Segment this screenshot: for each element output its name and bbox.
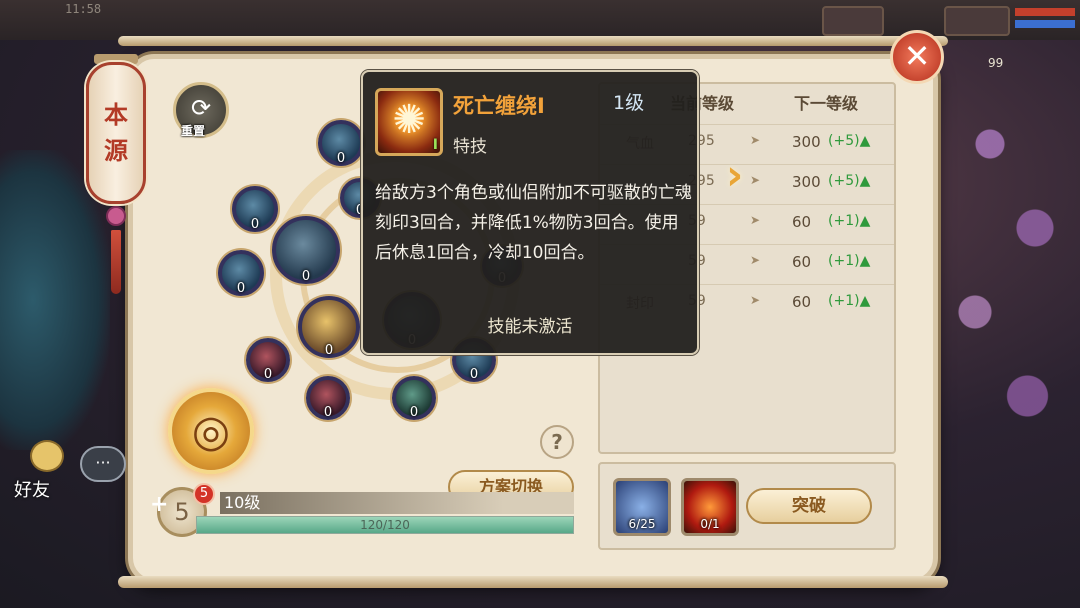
arrow-right-icon: ➤	[750, 173, 761, 187]
tassel-string	[111, 230, 121, 294]
up-arrow-icon: ▲	[859, 173, 871, 189]
stat-increase-value: (+1)	[828, 213, 860, 229]
stat-increase: (+1)▲	[828, 253, 870, 269]
scroll-top-rod	[118, 36, 948, 46]
help-button[interactable]: ?	[540, 425, 574, 459]
skill-level: 1级	[613, 92, 645, 114]
skill-node-level: 0	[469, 367, 479, 382]
stat-increase-value: (+1)	[828, 253, 860, 269]
top-avatar-1[interactable]	[822, 6, 884, 36]
breakthrough-button[interactable]: 突破	[746, 488, 872, 524]
chat-button[interactable]: ···	[80, 446, 126, 482]
up-arrow-icon: ▲	[859, 253, 871, 269]
tassel-knot-icon	[106, 206, 126, 226]
stat-increase-value: (+1)	[828, 293, 860, 309]
close-button[interactable]: ✕	[890, 30, 944, 84]
lantern-char-1: 本	[104, 100, 128, 129]
add-points-icon[interactable]: +	[150, 492, 168, 517]
stat-increase: (+5)▲	[828, 173, 870, 189]
skill-node[interactable]: 0	[392, 376, 436, 420]
death-swirl-icon: ✺	[392, 97, 426, 143]
stat-increase: (+1)▲	[828, 213, 870, 229]
points-badge: 5	[193, 483, 215, 505]
blossom-scenery	[930, 60, 1080, 480]
up-arrow-icon: ▲	[859, 133, 871, 149]
up-arrow-icon: ▲	[859, 293, 871, 309]
material-item-slot[interactable]: 0/1	[681, 478, 739, 536]
refresh-icon: ⟳	[190, 94, 212, 122]
skill-node[interactable]: 0	[298, 296, 360, 358]
lantern-tassel	[106, 206, 126, 316]
arrow-right-icon: ➤	[750, 253, 761, 267]
skill-node-level: 0	[409, 405, 419, 420]
skill-tooltip: ✺ I 死亡缠绕I 1级 特技 给敌方3个角色或仙侣附加不可驱散的亡魂刻印3回合…	[361, 70, 699, 355]
skill-node-level: 0	[236, 281, 246, 296]
friends-avatar-icon[interactable]	[30, 440, 64, 472]
skill-node[interactable]: 0	[318, 120, 364, 166]
item-count: 6/25	[628, 517, 656, 531]
level-label: 10级	[220, 492, 574, 514]
material-item-slot[interactable]: 6/25	[613, 478, 671, 536]
stat-next: 300	[792, 173, 821, 191]
stat-next: 300	[792, 133, 821, 151]
scroll-bottom-rod	[118, 576, 948, 588]
skill-tier-tag: I	[432, 137, 438, 153]
top-status-text: 11:58	[65, 2, 102, 16]
lantern-char-2: 源	[104, 136, 128, 165]
stat-increase-value: (+5)	[828, 173, 860, 189]
top-avatar-2[interactable]	[944, 6, 1010, 36]
reset-label: 重置	[181, 124, 206, 138]
skill-node-level: 0	[323, 405, 333, 420]
next-level-header: 下一等级	[794, 94, 859, 113]
hp-bar	[1015, 8, 1075, 16]
item-count: 0/1	[700, 517, 720, 531]
skill-description: 给敌方3个角色或仙侣附加不可驱散的亡魂刻印3回合，并降低1%物防3回合。使用后休…	[375, 183, 692, 263]
stat-next: 60	[792, 293, 812, 311]
source-core-medallion-icon[interactable]	[168, 388, 254, 474]
skill-node[interactable]: 0	[218, 250, 264, 296]
arrow-right-icon: ➤	[750, 133, 761, 147]
stat-increase: (+1)▲	[828, 293, 870, 309]
skill-type: 特技	[453, 137, 487, 157]
skill-node-level: 0	[336, 151, 346, 166]
skill-name: 死亡缠绕I	[453, 94, 545, 118]
skill-icon: ✺ I	[375, 88, 443, 156]
source-lantern-tab[interactable]: 本 源	[86, 62, 146, 204]
friends-label[interactable]: 好友	[14, 476, 50, 502]
skill-node[interactable]: 0	[246, 338, 290, 382]
skill-node-level: 0	[263, 367, 273, 382]
skill-node-level: 0	[301, 269, 311, 284]
stat-next: 60	[792, 213, 812, 231]
arrow-right-icon: ➤	[750, 213, 761, 227]
skill-node[interactable]: 0	[232, 186, 278, 232]
skill-node[interactable]: 0	[306, 376, 350, 420]
mp-bar	[1015, 20, 1075, 28]
xp-text: 120/120	[360, 518, 410, 532]
next-page-arrow-icon[interactable]: ›	[726, 150, 743, 199]
skill-node-level: 0	[324, 343, 334, 358]
xp-bar: 120/120	[196, 516, 574, 534]
stat-increase: (+5)▲	[828, 133, 870, 149]
stat-next: 60	[792, 253, 812, 271]
stat-increase-value: (+5)	[828, 133, 860, 149]
skill-node-level: 0	[250, 217, 260, 232]
arrow-right-icon: ➤	[750, 293, 761, 307]
skill-node[interactable]: 0	[272, 216, 340, 284]
up-arrow-icon: ▲	[859, 213, 871, 229]
skill-status: 技能未激活	[487, 317, 573, 337]
close-icon: ✕	[903, 37, 931, 75]
